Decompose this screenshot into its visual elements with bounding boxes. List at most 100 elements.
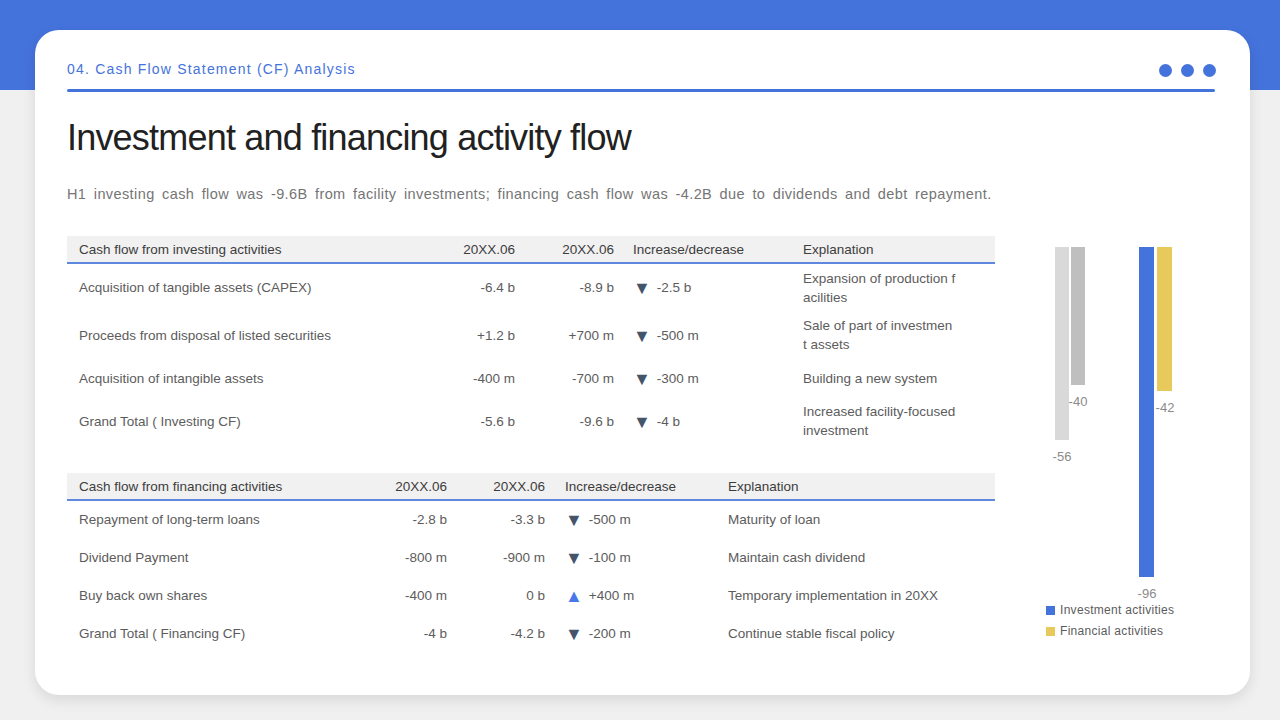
value-cell: -900 m	[447, 538, 545, 576]
explanation-cell: Continue stable fiscal policy	[728, 614, 995, 652]
value-cell: -400 m	[443, 359, 515, 397]
increase-decrease-cell: ▼ -2.5 b	[614, 263, 803, 311]
column-header: 20XX.06	[443, 236, 515, 263]
legend-label: Investment activities	[1060, 603, 1174, 617]
column-header: Explanation	[803, 236, 995, 263]
triangle-down-icon: ▼	[633, 416, 651, 429]
bar-value-label: -40	[1069, 394, 1088, 409]
row-label: Grand Total ( Financing CF)	[67, 614, 370, 652]
value-cell: -800 m	[370, 538, 447, 576]
value-cell: 0 b	[447, 576, 545, 614]
delta-value: +400 m	[589, 588, 634, 603]
column-header: 20XX.06	[370, 473, 447, 500]
value-cell: -4 b	[370, 614, 447, 652]
value-cell: -400 m	[370, 576, 447, 614]
chart-legend: Investment activities Financial activiti…	[1046, 603, 1174, 638]
triangle-down-icon: ▼	[565, 552, 583, 565]
page-title: Investment and financing activity flow	[67, 117, 631, 159]
explanation-cell: Maintain cash dividend	[728, 538, 995, 576]
column-header: Increase/decrease	[545, 473, 728, 500]
increase-decrease-cell: ▼ -300 m	[614, 359, 803, 397]
column-header: 20XX.06	[447, 473, 545, 500]
explanation-cell: Temporary implementation in 20XX	[728, 576, 995, 614]
value-cell: -3.3 b	[447, 500, 545, 538]
section-label: 04. Cash Flow Statement (CF) Analysis	[67, 61, 356, 77]
triangle-down-icon: ▼	[565, 514, 583, 527]
bar-investing-previous	[1055, 247, 1069, 440]
row-label: Acquisition of intangible assets	[67, 359, 443, 397]
table-row: Grand Total ( Financing CF) -4 b -4.2 b …	[67, 614, 995, 652]
explanation-cell: Expansion of production facilities	[803, 263, 995, 311]
column-header: Explanation	[728, 473, 995, 500]
explanation-cell: Maturity of loan	[728, 500, 995, 538]
financing-cash-flow-table: Cash flow from financing activities 20XX…	[67, 473, 995, 652]
table-row: Repayment of long-term loans -2.8 b -3.3…	[67, 500, 995, 538]
increase-decrease-cell: ▼ -100 m	[545, 538, 728, 576]
value-cell: -700 m	[515, 359, 614, 397]
delta-value: -100 m	[589, 550, 631, 565]
delta-value: -200 m	[589, 626, 631, 641]
header-divider	[67, 89, 1215, 92]
explanation-cell: Sale of part of investment assets	[803, 311, 995, 359]
page-subtitle: H1 investing cash flow was -9.6B from fa…	[67, 186, 992, 202]
value-cell: -2.8 b	[370, 500, 447, 538]
delta-value: -4 b	[657, 414, 680, 429]
delta-value: -500 m	[589, 512, 631, 527]
table-row: Acquisition of tangible assets (CAPEX) -…	[67, 263, 995, 311]
column-header: 20XX.06	[515, 236, 614, 263]
value-cell: +1.2 b	[443, 311, 515, 359]
table-row: Grand Total ( Investing CF) -5.6 b -9.6 …	[67, 397, 995, 445]
legend-item-investment: Investment activities	[1046, 603, 1174, 617]
legend-swatch-financial	[1046, 627, 1055, 636]
value-cell: -5.6 b	[443, 397, 515, 445]
row-label: Dividend Payment	[67, 538, 370, 576]
bar-value-label: -42	[1156, 400, 1175, 415]
row-label: Buy back own shares	[67, 576, 370, 614]
increase-decrease-cell: ▼ -500 m	[614, 311, 803, 359]
value-cell: +700 m	[515, 311, 614, 359]
triangle-down-icon: ▼	[633, 330, 651, 343]
decorative-dots	[1159, 64, 1216, 77]
row-label: Acquisition of tangible assets (CAPEX)	[67, 263, 443, 311]
table-header-row: Cash flow from investing activities 20XX…	[67, 236, 995, 263]
delta-value: -300 m	[657, 371, 699, 386]
column-header: Cash flow from investing activities	[67, 236, 443, 263]
triangle-up-icon: ▲	[565, 590, 583, 603]
bar-financing-previous	[1071, 247, 1085, 385]
delta-value: -500 m	[657, 328, 699, 343]
cash-flow-bar-chart: -56 -40 -96 -42 Investment activities Fi…	[1010, 247, 1250, 687]
value-cell: -6.4 b	[443, 263, 515, 311]
dot-icon	[1203, 64, 1216, 77]
investing-cash-flow-table: Cash flow from investing activities 20XX…	[67, 236, 995, 445]
table-row: Buy back own shares -400 m 0 b ▲ +400 m T…	[67, 576, 995, 614]
explanation-cell: Increased facility-focused investment	[803, 397, 995, 445]
bar-investing-current	[1139, 247, 1154, 577]
triangle-down-icon: ▼	[633, 373, 651, 386]
legend-item-financial: Financial activities	[1046, 624, 1174, 638]
table-row: Proceeds from disposal of listed securit…	[67, 311, 995, 359]
value-cell: -4.2 b	[447, 614, 545, 652]
table-row: Dividend Payment -800 m -900 m ▼ -100 m M…	[67, 538, 995, 576]
row-label: Repayment of long-term loans	[67, 500, 370, 538]
triangle-down-icon: ▼	[633, 282, 651, 295]
triangle-down-icon: ▼	[565, 628, 583, 641]
legend-swatch-investment	[1046, 606, 1055, 615]
dot-icon	[1159, 64, 1172, 77]
row-label: Grand Total ( Investing CF)	[67, 397, 443, 445]
delta-value: -2.5 b	[657, 280, 692, 295]
table-header-row: Cash flow from financing activities 20XX…	[67, 473, 995, 500]
slide-card: 04. Cash Flow Statement (CF) Analysis In…	[35, 30, 1250, 695]
increase-decrease-cell: ▼ -500 m	[545, 500, 728, 538]
column-header: Increase/decrease	[614, 236, 803, 263]
value-cell: -8.9 b	[515, 263, 614, 311]
explanation-cell: Building a new system	[803, 359, 995, 397]
bar-financing-current	[1157, 247, 1172, 391]
increase-decrease-cell: ▲ +400 m	[545, 576, 728, 614]
bar-value-label: -96	[1138, 586, 1157, 601]
table-row: Acquisition of intangible assets -400 m …	[67, 359, 995, 397]
row-label: Proceeds from disposal of listed securit…	[67, 311, 443, 359]
bar-value-label: -56	[1053, 449, 1072, 464]
dot-icon	[1181, 64, 1194, 77]
increase-decrease-cell: ▼ -4 b	[614, 397, 803, 445]
increase-decrease-cell: ▼ -200 m	[545, 614, 728, 652]
